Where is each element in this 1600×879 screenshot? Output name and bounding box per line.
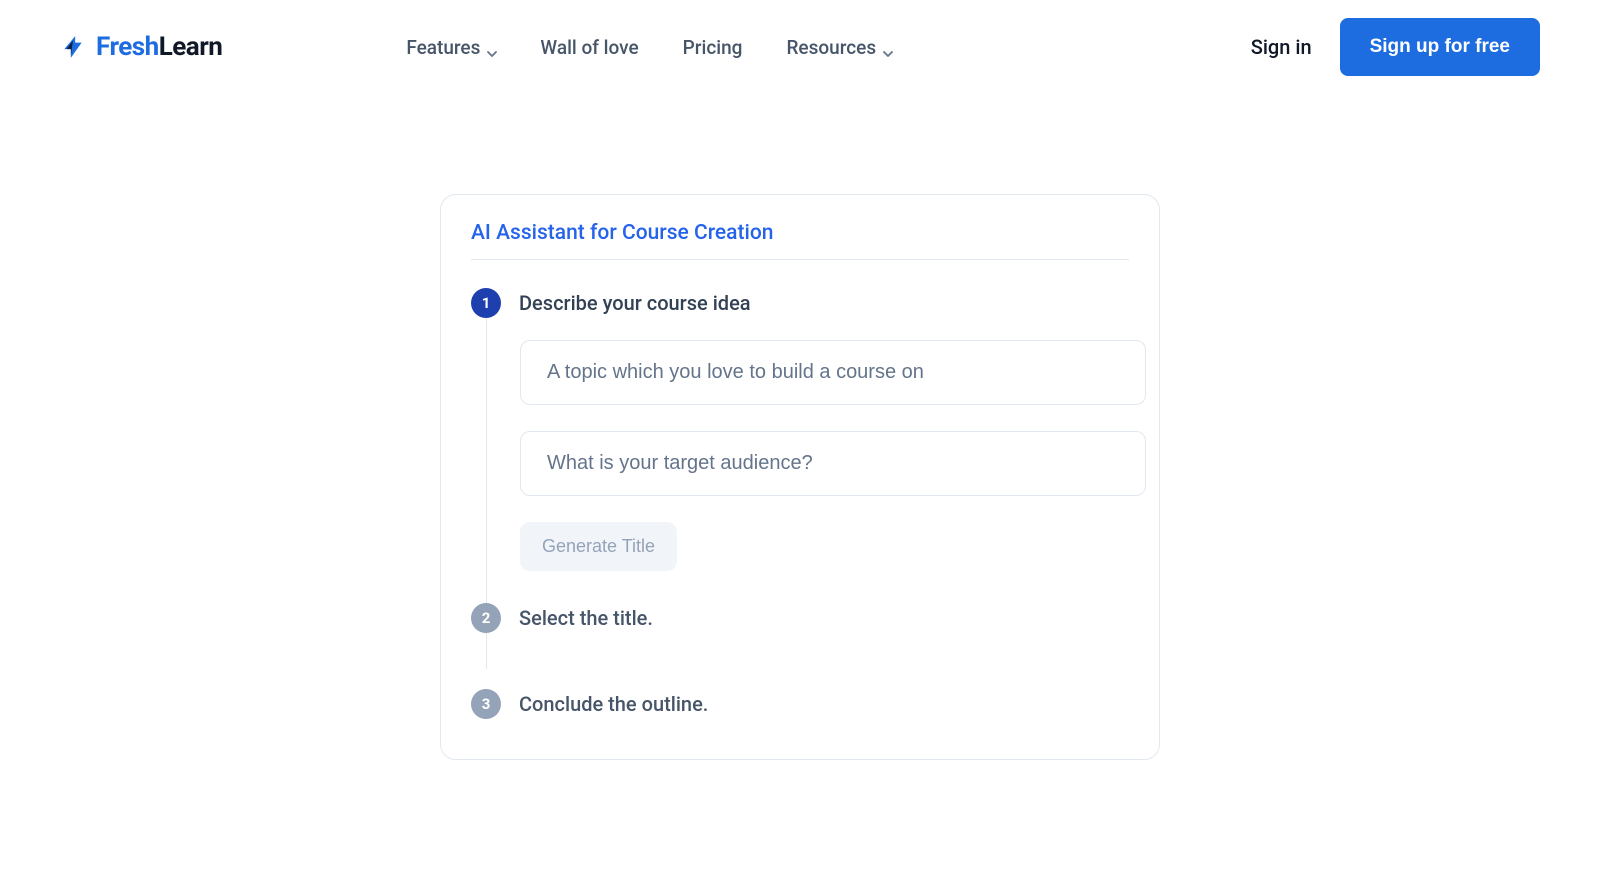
nav-wall-of-love[interactable]: Wall of love bbox=[540, 36, 638, 59]
sign-in-link[interactable]: Sign in bbox=[1251, 35, 1312, 59]
nav-links: Features Wall of love Pricing Resources bbox=[406, 36, 1226, 59]
ai-assistant-card: AI Assistant for Course Creation 1 Descr… bbox=[440, 194, 1160, 760]
step-2: 2 Select the title. bbox=[471, 603, 1129, 633]
nav-features[interactable]: Features bbox=[406, 36, 496, 59]
nav-pricing[interactable]: Pricing bbox=[683, 36, 743, 59]
chevron-down-icon bbox=[882, 42, 892, 52]
logo-icon bbox=[60, 34, 86, 60]
logo-text-learn: Learn bbox=[159, 32, 223, 62]
target-audience-input[interactable] bbox=[520, 431, 1146, 496]
step-connector bbox=[486, 633, 1129, 669]
sign-up-button[interactable]: Sign up for free bbox=[1340, 18, 1540, 76]
generate-title-button[interactable]: Generate Title bbox=[520, 522, 677, 571]
step-1-label: Describe your course idea bbox=[519, 291, 751, 315]
step-1: 1 Describe your course idea bbox=[471, 288, 1129, 318]
step-1-body: Generate Title bbox=[486, 318, 1129, 603]
step-3: 3 Conclude the outline. bbox=[471, 689, 1129, 719]
step-1-badge: 1 bbox=[471, 288, 501, 318]
step-3-badge: 3 bbox=[471, 689, 501, 719]
step-2-label: Select the title. bbox=[519, 606, 653, 630]
course-topic-input[interactable] bbox=[520, 340, 1146, 405]
card-title: AI Assistant for Course Creation bbox=[471, 221, 1129, 260]
nav-wall-label: Wall of love bbox=[540, 36, 638, 59]
nav-resources-label: Resources bbox=[786, 36, 876, 59]
logo-text-fresh: Fresh bbox=[96, 32, 159, 62]
logo[interactable]: FreshLearn bbox=[60, 32, 222, 62]
top-nav: FreshLearn Features Wall of love Pricing… bbox=[0, 0, 1600, 94]
chevron-down-icon bbox=[486, 42, 496, 52]
nav-resources[interactable]: Resources bbox=[786, 36, 892, 59]
step-2-badge: 2 bbox=[471, 603, 501, 633]
nav-auth: Sign in Sign up for free bbox=[1251, 18, 1540, 76]
nav-pricing-label: Pricing bbox=[683, 36, 743, 59]
nav-features-label: Features bbox=[406, 36, 480, 59]
step-3-label: Conclude the outline. bbox=[519, 692, 708, 716]
